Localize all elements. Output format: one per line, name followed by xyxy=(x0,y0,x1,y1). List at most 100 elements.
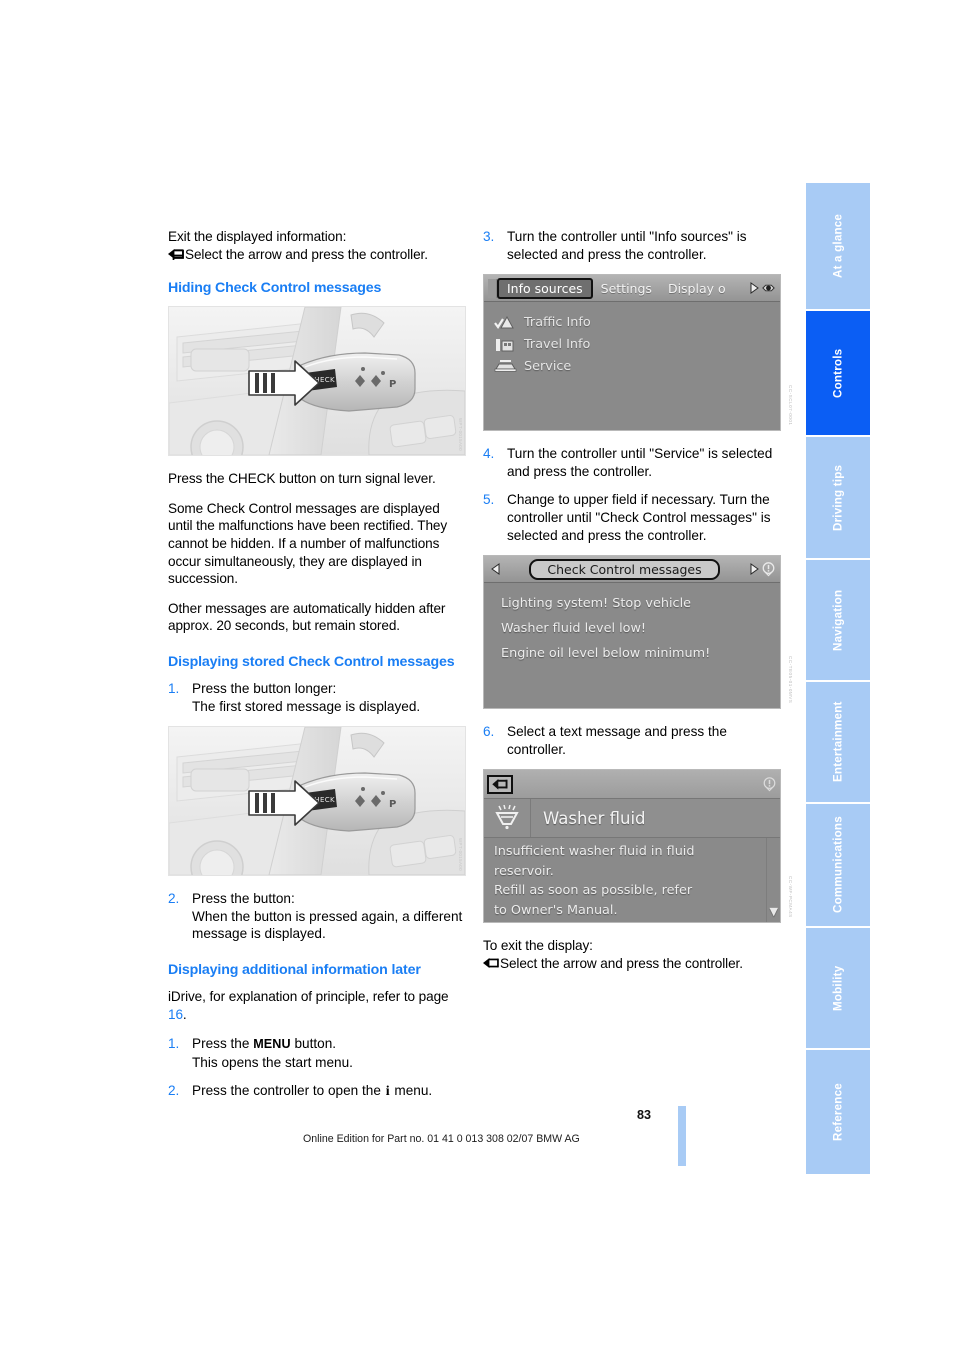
sidebar-tab-at-a-glance[interactable]: At a glance xyxy=(806,183,870,309)
step-body: Turn the controller until "Info sources"… xyxy=(507,229,747,262)
idrive-ref-suffix: . xyxy=(182,1006,187,1022)
idrive-washer-title-row: Washer fluid xyxy=(484,799,780,839)
step-line-2: This opens the start menu. xyxy=(192,1054,353,1070)
tab-label: Navigation xyxy=(831,589,845,651)
washer-body-line: to Owner's Manual. xyxy=(494,902,618,918)
idrive-list-item[interactable]: Traffic Info xyxy=(484,311,780,333)
figure-code-1: WPT-0015A00 xyxy=(458,418,463,452)
idrive-washer-fluid-figure: Washer fluid Insufficient washer fluid i… xyxy=(483,769,793,924)
step-suffix: button. xyxy=(290,1036,337,1052)
idrive-figure-code-3: CC-WF-PCMA4S xyxy=(788,875,793,918)
step-body: Press the button: When the button is pre… xyxy=(192,890,464,943)
step-number: 4. xyxy=(483,446,495,462)
idrive-list-item[interactable]: Travel Info xyxy=(484,333,780,355)
step-number: 2. xyxy=(168,1083,180,1099)
step-6: 6. Select a text message and press the c… xyxy=(483,723,779,758)
return-arrow-icon xyxy=(483,956,499,968)
idrive-list: Traffic Info Travel Info Service xyxy=(484,302,780,431)
idrive-titlebar: Check Control messages xyxy=(484,556,780,584)
idrive-ref-prefix: iDrive, for explanation of principle, re… xyxy=(168,988,449,1004)
svg-text:P: P xyxy=(389,799,396,810)
idrive-item-label: Traffic Info xyxy=(524,314,591,330)
check-control-message[interactable]: Washer fluid level low! xyxy=(484,616,780,641)
tabbar-controller-icon[interactable] xyxy=(761,280,776,297)
figure-turn-signal-lever-2: CHECK P WPT-0015A00 xyxy=(168,726,466,877)
exit-info-line-1: Exit the displayed information: xyxy=(168,229,347,244)
left-column: Exit the displayed information: Select t… xyxy=(168,228,466,1112)
para-idrive-ref: iDrive, for explanation of principle, re… xyxy=(168,988,464,1023)
step-number: 1. xyxy=(168,1036,180,1052)
idrive-screen-check-control: Check Control messages Lighting system! … xyxy=(483,555,781,710)
footer-edition-note: Online Edition for Part no. 01 41 0 013 … xyxy=(303,1133,580,1145)
sidebar-tab-mobility[interactable]: Mobility xyxy=(806,928,870,1048)
warning-indicator-icon xyxy=(762,776,777,793)
sidebar-tab-controls[interactable]: Controls xyxy=(806,311,870,435)
exit-info-line-2: Select the arrow and press the controlle… xyxy=(168,246,464,264)
washer-fluid-icon xyxy=(484,799,531,838)
idrive-figure-code-2: CC-TE05-01-0MVS xyxy=(788,655,793,704)
idrive-check-control-figure: Check Control messages Lighting system! … xyxy=(483,555,793,710)
step-4: 4. Turn the controller until "Service" i… xyxy=(483,445,779,480)
exit-display-line-1: To exit the display: xyxy=(483,938,593,954)
step-prefix: Press the controller to open the xyxy=(192,1083,385,1099)
figure-turn-signal-lever-1: CHECK P WPT-0015A00 xyxy=(168,306,466,457)
step-number: 2. xyxy=(168,891,180,907)
idrive-tab-info-sources[interactable]: Info sources xyxy=(497,277,593,299)
para-some-messages: Some Check Control messages are displaye… xyxy=(168,500,448,587)
idrive-tab-display-o[interactable]: Display o xyxy=(660,281,734,296)
tab-label: Controls xyxy=(831,348,845,398)
step-prefix: Press the xyxy=(192,1036,254,1052)
sidebar-tab-navigation[interactable]: Navigation xyxy=(806,560,870,680)
washer-body-line: Refill as soon as possible, refer xyxy=(494,883,693,899)
step-3: 3. Turn the controller until "Info sourc… xyxy=(483,228,779,263)
tab-label: Mobility xyxy=(831,965,845,1011)
back-button[interactable] xyxy=(487,774,513,794)
exit-display-text: Select the arrow and press the controlle… xyxy=(500,955,743,971)
page-reference-link[interactable]: 16 xyxy=(168,1007,183,1022)
step-suffix: menu. xyxy=(390,1083,433,1099)
step-line-1: Press the button: xyxy=(192,891,295,907)
idrive-tab-settings[interactable]: Settings xyxy=(593,281,660,296)
idrive-washer-body: Insufficient washer fluid in fluid reser… xyxy=(484,838,780,923)
step-body: Select a text message and press the cont… xyxy=(507,724,727,757)
exit-info-text: Select the arrow and press the controlle… xyxy=(185,246,428,262)
idrive-title-check-control[interactable]: Check Control messages xyxy=(529,558,720,580)
step-stored-2: 2. Press the button: When the button is … xyxy=(168,890,464,943)
step-number: 6. xyxy=(483,724,495,740)
idrive-info-sources-figure: Info sources Settings Display o Traffic … xyxy=(483,274,793,432)
step-additional-1: 1. Press the MENU button. This opens the… xyxy=(168,1035,464,1071)
step-body: Press the button longer: The first store… xyxy=(192,680,464,715)
heading-displaying-stored: Displaying stored Check Control messages xyxy=(168,653,455,670)
check-control-message[interactable]: Lighting system! Stop vehicle xyxy=(484,591,780,616)
sidebar-tab-entertainment[interactable]: Entertainment xyxy=(806,682,870,802)
manual-page: Exit the displayed information: Select t… xyxy=(0,0,954,1351)
travel-info-icon xyxy=(494,337,524,352)
washer-body-line: reservoir. xyxy=(494,863,554,879)
sidebar-tab-driving-tips[interactable]: Driving tips xyxy=(806,437,870,558)
check-control-message[interactable]: Engine oil level below minimum! xyxy=(484,641,780,666)
idrive-item-label: Service xyxy=(524,358,572,374)
idrive-header-strip xyxy=(484,770,780,800)
step-additional-2: 2. Press the controller to open the i me… xyxy=(168,1082,464,1101)
lever-illustration-svg: CHECK P xyxy=(169,307,465,456)
step-5: 5. Change to upper field if necessary. T… xyxy=(483,491,779,544)
step-number: 1. xyxy=(168,680,180,696)
return-arrow-icon xyxy=(492,778,508,790)
step-stored-1: 1. Press the button longer: The first st… xyxy=(168,680,464,715)
sidebar-tab-reference[interactable]: Reference xyxy=(806,1050,870,1174)
lever-illustration-svg-2: CHECK P xyxy=(169,727,465,876)
step-line-2: The first stored message is displayed. xyxy=(192,698,421,714)
page-number: 83 xyxy=(637,1108,652,1122)
next-page-icon[interactable] xyxy=(746,561,761,578)
exit-display-line-2: Select the arrow and press the controlle… xyxy=(483,955,779,973)
previous-page-icon[interactable] xyxy=(488,561,503,578)
para-press-check: Press the CHECK button on turn signal le… xyxy=(168,471,436,487)
tab-label: Entertainment xyxy=(831,701,845,783)
washer-fluid-title: Washer fluid xyxy=(543,808,646,828)
idrive-list-item[interactable]: Service xyxy=(484,355,780,377)
return-arrow-icon xyxy=(168,247,184,260)
scroll-down-icon[interactable]: ▼ xyxy=(770,902,778,922)
sidebar-tab-communications[interactable]: Communications xyxy=(806,804,870,926)
step-body: Change to upper field if necessary. Turn… xyxy=(507,492,771,543)
tabbar-next-icon[interactable] xyxy=(746,280,761,297)
